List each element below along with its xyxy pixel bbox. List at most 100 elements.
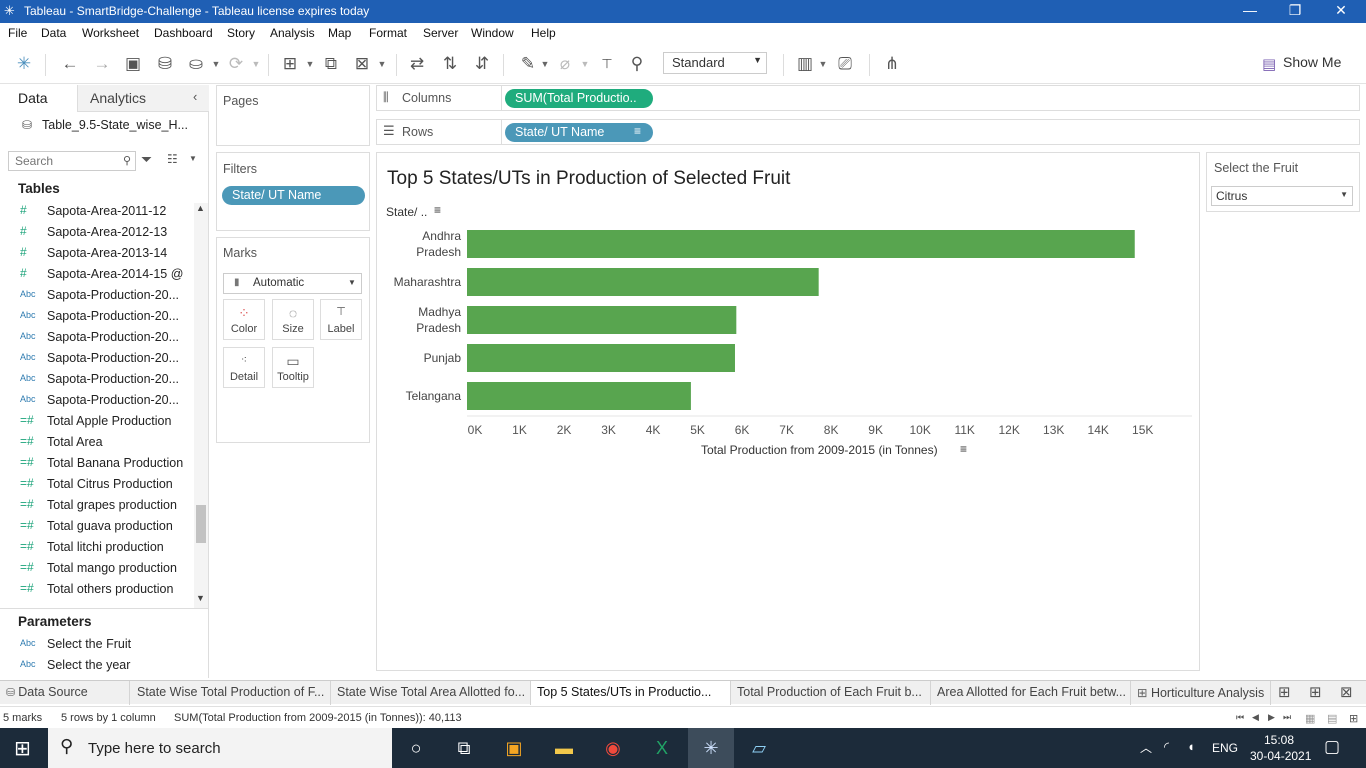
close-icon[interactable]: ✕ — [1331, 2, 1351, 20]
parameter-item[interactable]: Abc Select the year — [0, 655, 195, 676]
fit-select[interactable]: Standard ▼ — [663, 52, 767, 74]
menu-dashboard[interactable]: Dashboard — [154, 26, 213, 40]
tabs-view-icon[interactable]: ▤ — [1327, 712, 1337, 725]
tableau-taskbar-button[interactable]: ✳ — [688, 728, 734, 768]
field-item[interactable]: =# Total Apple Production — [0, 411, 195, 432]
scroll-down-icon[interactable]: ▼ — [196, 593, 205, 603]
detail-button[interactable]: ⁖ Detail — [223, 347, 265, 388]
tab-state-wise-production[interactable]: State Wise Total Production of F... — [131, 681, 331, 705]
field-item[interactable]: =# Total Area — [0, 432, 195, 453]
show-me-button[interactable]: Show Me — [1283, 54, 1341, 70]
tab-top5-states[interactable]: Top 5 States/UTs in Productio... — [531, 681, 731, 705]
field-item[interactable]: =# Total Banana Production — [0, 453, 195, 474]
field-item[interactable]: Abc Sapota-Production-20... — [0, 369, 195, 390]
last-sheet-icon[interactable]: ⏭ — [1283, 712, 1291, 723]
search-field[interactable]: ⚲ — [8, 151, 136, 171]
chevron-down-icon[interactable]: ▼ — [251, 52, 261, 76]
tab-state-wise-area[interactable]: State Wise Total Area Allotted fo... — [331, 681, 531, 705]
language-indicator[interactable]: ENG — [1212, 741, 1238, 755]
new-worksheet-icon[interactable]: ⊞ — [1278, 683, 1291, 701]
chevron-down-icon[interactable]: ▼ — [211, 52, 221, 76]
field-item[interactable]: Abc Sapota-Production-20... — [0, 390, 195, 411]
pin-axes-icon[interactable]: ⚲ — [625, 52, 649, 76]
parameter-item[interactable]: Abc Select the Fruit — [0, 634, 195, 655]
tooltip-button[interactable]: ▭ Tooltip — [272, 347, 314, 388]
task-view-icon[interactable]: ⧉ — [449, 734, 479, 762]
clear-sheet-icon[interactable]: ⊠ — [350, 52, 374, 76]
columns-pill-sum-production[interactable]: SUM(Total Productio.. — [505, 89, 653, 108]
tab-horticulture-analysis[interactable]: ⊞ Horticulture Analysis — [1131, 681, 1271, 705]
sort-descending-icon[interactable]: ⇵ — [470, 52, 494, 76]
field-list-scrollbar[interactable]: ▲ ▼ — [194, 203, 208, 608]
menu-data[interactable]: Data — [41, 26, 66, 40]
scrollbar-thumb[interactable] — [196, 505, 206, 543]
network-icon[interactable]: ◜ — [1164, 739, 1169, 755]
collapse-pane-icon[interactable]: ‹ — [193, 89, 197, 104]
chevron-down-icon[interactable]: ▼ — [818, 52, 828, 76]
taskbar-search[interactable]: ⚲ Type here to search — [48, 728, 392, 768]
tab-data-source[interactable]: ⛁ Data Source — [0, 681, 130, 705]
label-button[interactable]: ⊤ Label — [320, 299, 362, 340]
volume-icon[interactable]: ◖ — [1187, 739, 1195, 754]
view-options-icon[interactable]: ☷ — [167, 152, 178, 166]
field-item[interactable]: # Sapota-Area-2011-12 — [0, 201, 195, 222]
notifications-icon[interactable]: ▢ — [1324, 737, 1340, 757]
datasource-name[interactable]: Table_9.5-State_wise_H... — [42, 118, 188, 132]
presentation-mode-icon[interactable]: ⎚ — [833, 52, 857, 76]
field-item[interactable]: =# Total guava production — [0, 516, 195, 537]
menu-worksheet[interactable]: Worksheet — [82, 26, 139, 40]
menu-file[interactable]: File — [8, 26, 27, 40]
bar[interactable] — [467, 268, 819, 296]
field-item[interactable]: # Sapota-Area-2012-13 — [0, 222, 195, 243]
windows-start-icon[interactable]: ⊞ — [14, 736, 31, 761]
excel-icon[interactable]: X — [647, 734, 677, 762]
category-label[interactable]: Punjab — [424, 351, 462, 365]
field-item[interactable]: Abc Sapota-Production-20... — [0, 285, 195, 306]
field-item[interactable]: =# Total litchi production — [0, 537, 195, 558]
chevron-down-icon[interactable]: ▼ — [580, 52, 590, 76]
prev-sheet-icon[interactable]: ◀ — [1252, 712, 1259, 723]
search-input[interactable] — [9, 152, 109, 170]
filter-pill-state[interactable]: State/ UT Name — [222, 186, 365, 205]
bar[interactable] — [467, 344, 735, 372]
refresh-icon[interactable]: ⟳ — [224, 52, 248, 76]
field-item[interactable]: # Sapota-Area-2014-15 @ — [0, 264, 195, 285]
category-label[interactable]: Andhra Pradesh — [416, 229, 461, 259]
filter-icon[interactable]: ⏷ — [141, 151, 152, 168]
fruit-select[interactable]: Citrus ▼ — [1211, 186, 1353, 206]
chrome-icon[interactable]: ◉ — [598, 734, 628, 762]
new-datasource-icon[interactable]: ⛁ — [153, 52, 177, 76]
chevron-down-icon[interactable]: ▼ — [540, 52, 550, 76]
field-item[interactable]: =# Total mango production — [0, 558, 195, 579]
file-explorer-icon[interactable]: ▬ — [549, 734, 579, 762]
store-icon[interactable]: ▣ — [499, 734, 529, 762]
redo-icon[interactable]: → — [90, 52, 114, 76]
highlight-icon[interactable]: ✎ — [516, 52, 540, 76]
bar[interactable] — [467, 382, 691, 410]
field-item[interactable]: =# Total others production — [0, 579, 195, 600]
bar[interactable] — [467, 306, 737, 334]
save-icon[interactable]: ▣ — [121, 52, 145, 76]
restore-icon[interactable]: ❐ — [1285, 2, 1305, 20]
swap-rows-columns-icon[interactable]: ⇄ — [405, 52, 429, 76]
new-dashboard-icon[interactable]: ⊞ — [1309, 683, 1322, 701]
show-cards-icon[interactable]: ▥ — [793, 52, 817, 76]
scroll-up-icon[interactable]: ▲ — [196, 203, 205, 213]
tableau-home-icon[interactable]: ✳ — [12, 52, 36, 76]
rows-shelf[interactable]: ☰ Rows State/ UT Name ≡ — [376, 119, 1360, 145]
rows-pill-state[interactable]: State/ UT Name ≡ — [505, 123, 653, 142]
columns-shelf[interactable]: ⫼ Columns SUM(Total Productio.. — [376, 85, 1360, 111]
group-members-icon[interactable]: ⌀ — [553, 52, 577, 76]
bar[interactable] — [467, 230, 1135, 258]
sort-icon[interactable]: ≡ — [960, 442, 967, 456]
field-item[interactable]: # Sapota-Area-2013-14 — [0, 243, 195, 264]
filters-shelf[interactable]: Filters State/ UT Name — [216, 152, 370, 231]
field-item[interactable]: =# Total Citrus Production — [0, 474, 195, 495]
field-item[interactable]: Abc Sapota-Production-20... — [0, 348, 195, 369]
category-label[interactable]: Madhya Pradesh — [416, 305, 461, 335]
share-icon[interactable]: ⋔ — [880, 52, 904, 76]
new-worksheet-icon[interactable]: ⊞ — [278, 52, 302, 76]
next-sheet-icon[interactable]: ▶ — [1268, 712, 1275, 723]
menu-help[interactable]: Help — [531, 26, 556, 40]
menu-story[interactable]: Story — [227, 26, 255, 40]
